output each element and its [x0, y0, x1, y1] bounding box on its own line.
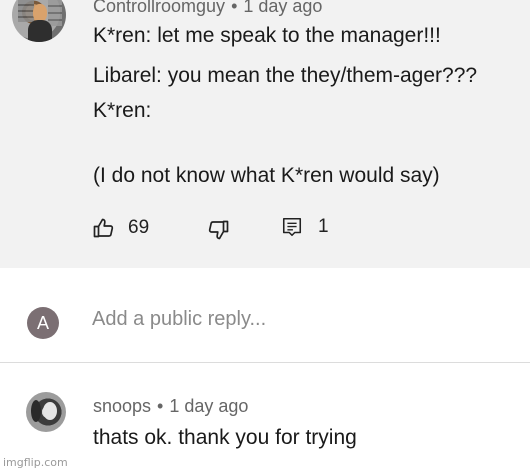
comment-line-3: K*ren: — [93, 99, 152, 122]
avatar[interactable] — [26, 392, 66, 432]
thumbs-down-icon — [208, 220, 229, 240]
reply-meta: snoops • 1 day ago — [93, 396, 248, 417]
comment-meta: Controllroomguy • 1 day ago — [93, 0, 322, 17]
avatar[interactable] — [12, 0, 66, 42]
meta-separator: • — [231, 0, 238, 16]
reply-input[interactable]: Add a public reply... — [92, 308, 266, 331]
like-count: 69 — [128, 217, 150, 238]
reply-count: 1 — [318, 216, 329, 237]
user-avatar: A — [27, 307, 59, 339]
dislike-button[interactable] — [206, 218, 230, 247]
comment-time[interactable]: 1 day ago — [243, 0, 322, 16]
reply-button[interactable]: 1 — [281, 216, 329, 238]
meta-separator: • — [157, 396, 164, 416]
page: Controllroomguy • 1 day ago K*ren: let me … — [0, 0, 530, 471]
comment-icon — [282, 217, 302, 237]
thumbs-up-icon — [93, 218, 114, 238]
comment-author[interactable]: Controllroomguy — [93, 0, 225, 16]
comment-line-4: (I do not know what K*ren would say) — [93, 164, 440, 187]
divider — [0, 362, 530, 363]
highlighted-comment: Controllroomguy • 1 day ago K*ren: let me … — [0, 0, 530, 268]
reply-time[interactable]: 1 day ago — [169, 396, 248, 416]
reply-author[interactable]: snoops — [93, 396, 151, 416]
like-button[interactable]: 69 — [92, 216, 149, 240]
comment-actions: 69 1 — [92, 216, 392, 244]
comment-line-1: K*ren: let me speak to the manager!!! — [93, 24, 441, 47]
reply-box[interactable]: A Add a public reply... — [0, 268, 530, 362]
watermark: imgflip.com — [3, 456, 68, 469]
comment-line-2: Libarel: you mean the they/them-ager??? — [93, 64, 478, 87]
reply-text: thats ok. thank you for trying — [93, 426, 357, 449]
